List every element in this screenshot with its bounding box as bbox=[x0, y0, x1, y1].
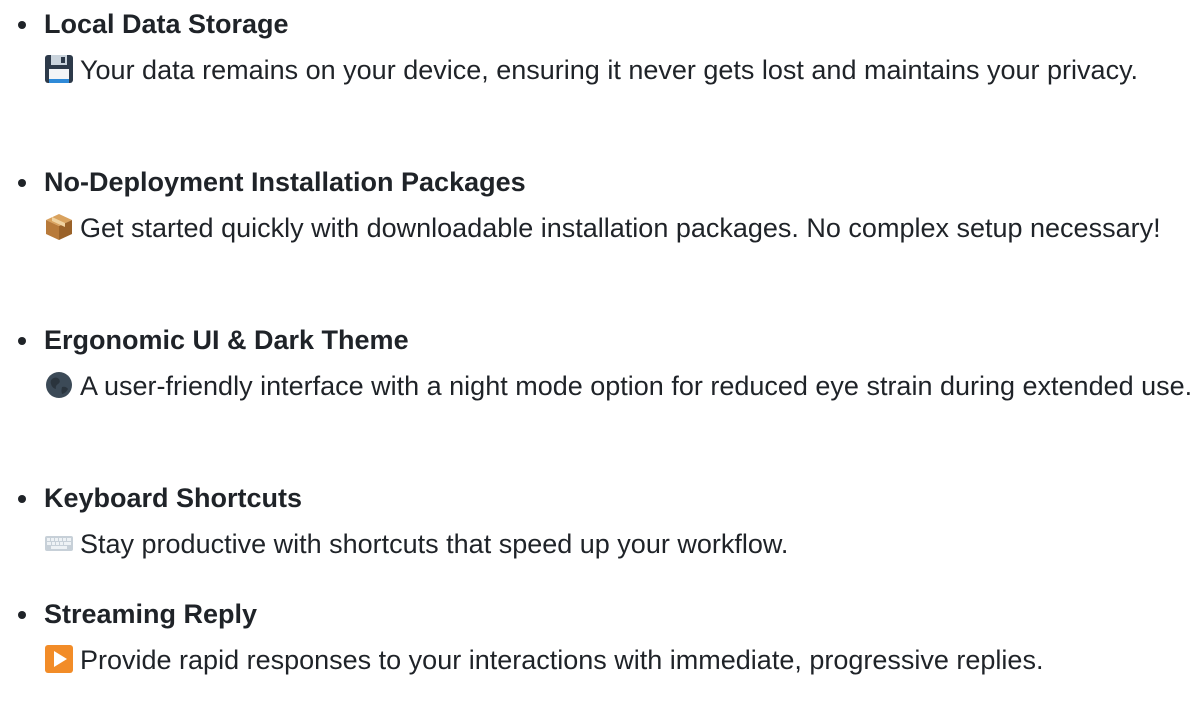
feature-description-text: Your data remains on your device, ensuri… bbox=[80, 55, 1139, 85]
keyboard-icon bbox=[44, 528, 74, 558]
feature-description-text: Provide rapid responses to your interact… bbox=[80, 645, 1044, 675]
play-button-icon bbox=[44, 644, 74, 674]
feature-title: Local Data Storage bbox=[44, 9, 289, 39]
list-item: No-Deployment Installation Packages Get … bbox=[0, 124, 1195, 282]
list-item: Local Data Storage Your data remains on … bbox=[0, 0, 1195, 124]
feature-list: Local Data Storage Your data remains on … bbox=[0, 0, 1195, 675]
feature-description-text: Stay productive with shortcuts that spee… bbox=[80, 529, 789, 559]
feature-description: Provide rapid responses to your interact… bbox=[44, 638, 1195, 683]
dark-globe-icon bbox=[44, 370, 74, 400]
bullet-icon bbox=[18, 21, 26, 29]
bullet-icon bbox=[18, 495, 26, 503]
package-icon bbox=[44, 212, 74, 242]
bullet-icon bbox=[18, 179, 26, 187]
feature-description: Your data remains on your device, ensuri… bbox=[44, 48, 1195, 93]
feature-title: Ergonomic UI & Dark Theme bbox=[44, 325, 409, 355]
feature-title: Keyboard Shortcuts bbox=[44, 483, 303, 513]
bullet-icon bbox=[18, 611, 26, 619]
list-item: Keyboard Shortcuts Stay productive with bbox=[0, 440, 1195, 559]
bullet-icon bbox=[18, 337, 26, 345]
list-item: Ergonomic UI & Dark Theme A user-friendl… bbox=[0, 282, 1195, 440]
feature-title: Streaming Reply bbox=[44, 599, 258, 629]
feature-description: Get started quickly with downloadable in… bbox=[44, 206, 1195, 251]
feature-title: No-Deployment Installation Packages bbox=[44, 167, 526, 197]
feature-description-text: Get started quickly with downloadable in… bbox=[80, 213, 1161, 243]
feature-description: A user-friendly interface with a night m… bbox=[44, 364, 1195, 409]
feature-description-text: A user-friendly interface with a night m… bbox=[80, 371, 1193, 401]
floppy-disk-icon bbox=[44, 54, 74, 84]
list-item: Streaming Reply Provide rapid responses … bbox=[0, 556, 1195, 675]
